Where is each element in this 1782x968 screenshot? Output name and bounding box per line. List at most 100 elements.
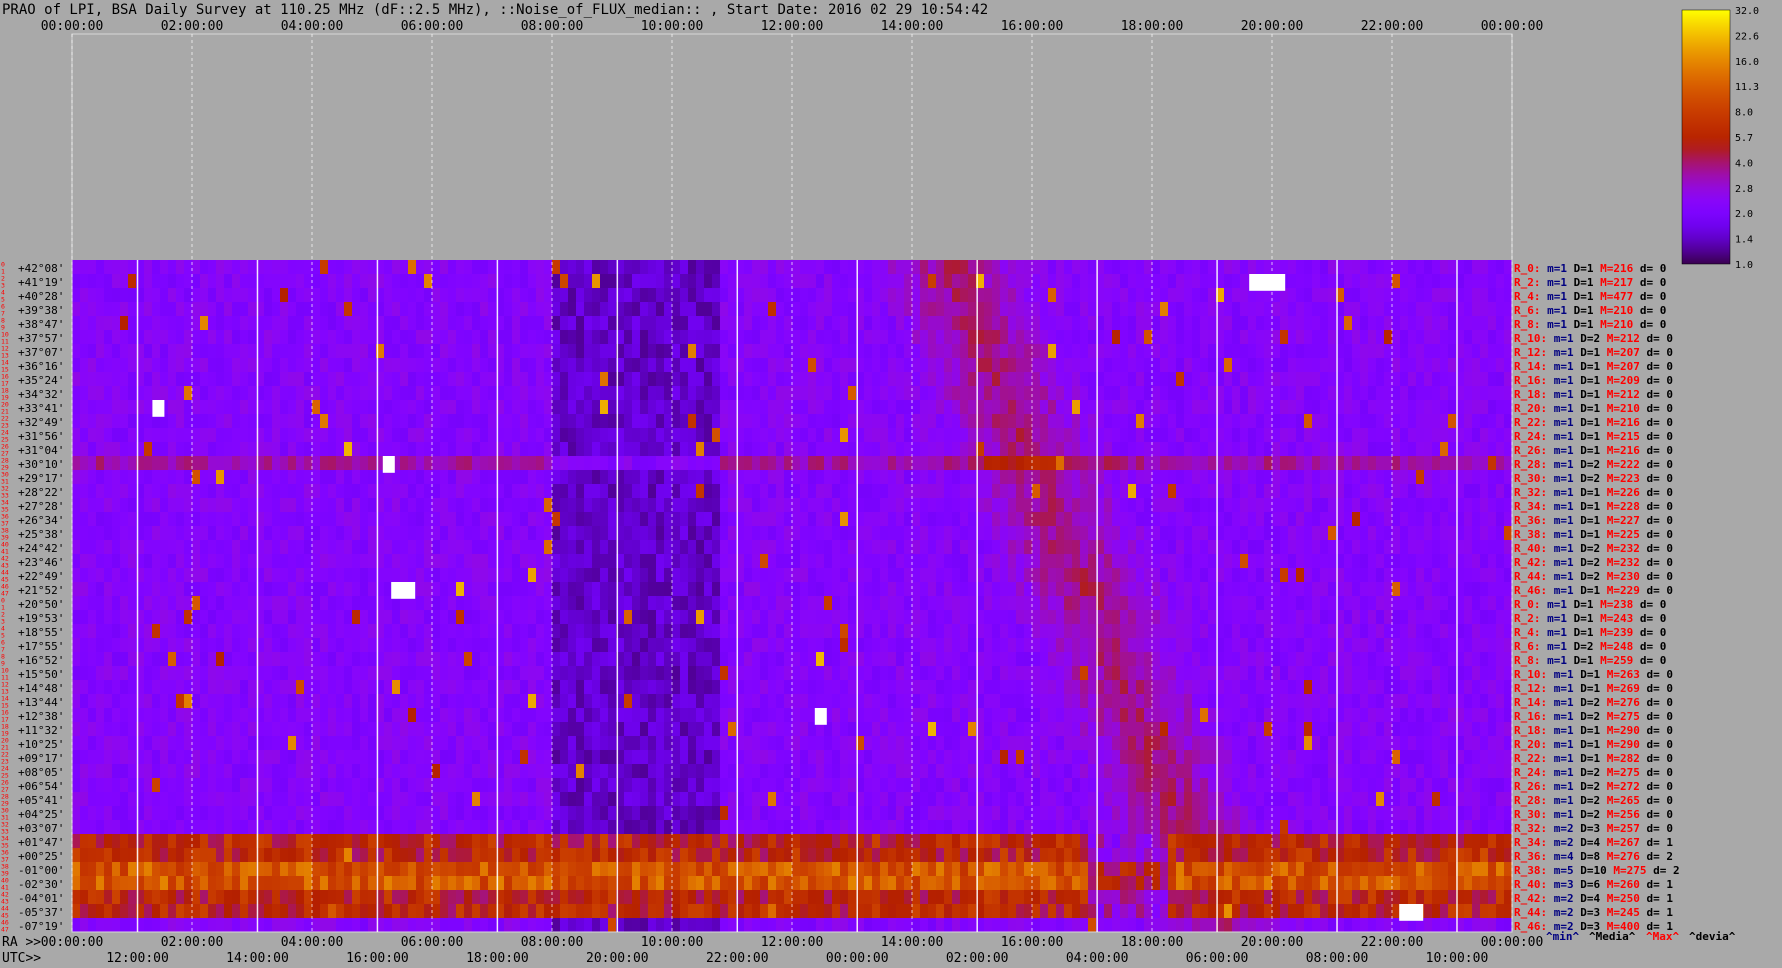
heatmap-cell	[1320, 512, 1328, 527]
heatmap-cell	[440, 442, 448, 457]
heatmap-cell	[160, 484, 168, 499]
heatmap-cell	[568, 330, 576, 345]
heatmap-cell	[752, 358, 760, 373]
heatmap-cell	[640, 386, 648, 401]
heatmap-cell	[72, 470, 80, 485]
heatmap-cell	[576, 358, 584, 373]
heatmap-cell	[1168, 260, 1176, 275]
heatmap-cell	[832, 484, 840, 499]
heatmap-cell	[1328, 400, 1336, 415]
heatmap-cell	[1472, 400, 1480, 415]
heatmap-cell	[760, 638, 768, 653]
heatmap-cell	[720, 358, 728, 373]
heatmap-cell	[336, 274, 344, 289]
heatmap-cell	[1368, 498, 1376, 513]
heatmap-cell	[568, 442, 576, 457]
heatmap-cell	[656, 330, 664, 345]
heatmap-cell	[808, 344, 816, 359]
heatmap-cell	[272, 414, 280, 429]
heatmap-cell	[688, 540, 696, 555]
heatmap-cell	[1168, 456, 1176, 471]
heatmap-cell	[520, 596, 528, 611]
heatmap-cell	[480, 428, 488, 443]
heatmap-cell	[664, 456, 672, 471]
heatmap-cell	[1136, 568, 1144, 583]
heatmap-cell	[1248, 540, 1256, 555]
heatmap-cell	[1256, 260, 1264, 275]
heatmap-cell	[208, 638, 216, 653]
heatmap-cell	[648, 624, 656, 639]
heatmap-cell	[104, 498, 112, 513]
heatmap-cell	[776, 526, 784, 541]
heatmap-cell	[544, 288, 552, 303]
heatmap-cell	[208, 260, 216, 275]
heatmap-cell	[1112, 414, 1120, 429]
heatmap-cell	[752, 344, 760, 359]
heatmap-cell	[1104, 358, 1112, 373]
heatmap-cell	[1400, 470, 1408, 485]
heatmap-cell	[1232, 330, 1240, 345]
heatmap-cell	[88, 638, 96, 653]
heatmap-cell	[840, 484, 848, 499]
heatmap-cell	[1176, 470, 1184, 485]
heatmap-cell	[1416, 358, 1424, 373]
heatmap-cell	[760, 288, 768, 303]
heatmap-cell	[960, 442, 968, 457]
heatmap-cell	[1304, 582, 1312, 597]
heatmap-cell	[1064, 344, 1072, 359]
heatmap-cell	[1432, 456, 1440, 471]
heatmap-cell	[504, 624, 512, 639]
heatmap-cell	[1304, 568, 1312, 583]
heatmap-cell	[1472, 568, 1480, 583]
heatmap-cell	[992, 302, 1000, 317]
heatmap-cell	[216, 484, 224, 499]
heatmap-cell	[792, 582, 800, 597]
heatmap-cell	[1312, 526, 1320, 541]
heatmap-cell	[768, 428, 776, 443]
heatmap-cell	[224, 288, 232, 303]
heatmap-cell	[104, 526, 112, 541]
heatmap-cell	[1024, 302, 1032, 317]
heatmap-cell	[880, 400, 888, 415]
heatmap-cell	[576, 302, 584, 317]
heatmap-cell	[120, 386, 128, 401]
heatmap-cell	[192, 540, 200, 555]
heatmap-cell	[904, 540, 912, 555]
heatmap-cell	[1032, 386, 1040, 401]
heatmap-cell	[344, 582, 352, 597]
heatmap-cell	[72, 414, 80, 429]
heatmap-cell	[360, 358, 368, 373]
heatmap-cell	[800, 484, 808, 499]
heatmap-cell	[1168, 512, 1176, 527]
heatmap-cell	[448, 638, 456, 653]
heatmap-cell	[272, 526, 280, 541]
heatmap-cell	[744, 400, 752, 415]
heatmap-cell	[504, 498, 512, 513]
heatmap-cell	[1168, 526, 1176, 541]
heatmap-cell	[536, 540, 544, 555]
heatmap-cell	[592, 470, 600, 485]
heatmap-cell	[352, 400, 360, 415]
heatmap-cell	[96, 330, 104, 345]
heatmap-cell	[416, 526, 424, 541]
heatmap-cell	[784, 386, 792, 401]
heatmap-cell	[688, 358, 696, 373]
heatmap-cell	[584, 386, 592, 401]
heatmap-cell	[1264, 540, 1272, 555]
heatmap-cell	[1504, 386, 1512, 401]
heatmap-cell	[264, 428, 272, 443]
heatmap-cell	[1472, 596, 1480, 611]
heatmap-cell	[592, 274, 600, 289]
heatmap-cell	[960, 498, 968, 513]
heatmap-cell	[1200, 470, 1208, 485]
heatmap-cell	[584, 372, 592, 387]
heatmap-cell	[192, 428, 200, 443]
heatmap-cell	[240, 400, 248, 415]
heatmap-cell	[1344, 400, 1352, 415]
heatmap-cell	[1496, 484, 1504, 499]
heatmap-cell	[304, 610, 312, 625]
heatmap-cell	[1376, 288, 1384, 303]
heatmap-cell	[1104, 330, 1112, 345]
heatmap-cell	[1288, 330, 1296, 345]
heatmap-cell	[608, 358, 616, 373]
